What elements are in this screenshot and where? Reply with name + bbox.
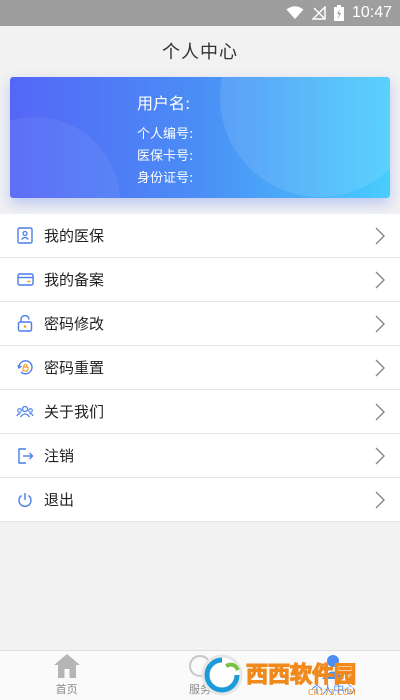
medical-insurance-icon (16, 227, 34, 245)
card-icon (16, 271, 34, 289)
chevron-right-icon (374, 227, 386, 245)
battery-charging-icon (333, 5, 344, 21)
watermark-logo-icon: 西西软件园 CR173.COM (201, 654, 357, 697)
watermark-subtext: CR173.COM (308, 688, 356, 697)
signal-off-icon (311, 6, 326, 20)
card-decoration (220, 77, 390, 197)
menu-item-exit[interactable]: 退出 (0, 478, 400, 522)
chevron-right-icon (374, 359, 386, 377)
menu-item-medical-insurance[interactable]: 我的医保 (0, 214, 400, 258)
reset-lock-icon (16, 359, 34, 377)
menu-item-logout[interactable]: 注销 (0, 434, 400, 478)
chevron-right-icon (374, 447, 386, 465)
medical-card-label: 医保卡号: (137, 149, 194, 164)
status-time: 10:47 (351, 4, 392, 21)
menu-item-label: 密码修改 (44, 315, 105, 333)
home-icon (52, 652, 82, 680)
chevron-right-icon (374, 491, 386, 509)
page-header: 个人中心 (0, 26, 400, 76)
menu-item-reset-password[interactable]: 密码重置 (0, 346, 400, 390)
logout-icon (16, 447, 34, 465)
profile-card: 用户名: 个人编号: 医保卡号: 身份证号: (10, 77, 390, 198)
watermark: 西西软件园 CR173.COM (196, 650, 400, 700)
menu-item-filing[interactable]: 我的备案 (0, 258, 400, 302)
status-bar: 10:47 (0, 0, 400, 26)
nav-label: 首页 (55, 683, 78, 696)
menu-item-label: 我的医保 (44, 227, 105, 245)
people-icon (16, 403, 34, 421)
menu-item-label: 注销 (44, 447, 75, 465)
card-decoration (10, 117, 120, 198)
page-title: 个人中心 (162, 42, 238, 63)
menu-item-label: 密码重置 (44, 359, 105, 377)
menu-item-about-us[interactable]: 关于我们 (0, 390, 400, 434)
power-icon (16, 491, 34, 509)
nav-item-home[interactable]: 首页 (0, 651, 133, 700)
personal-id-label: 个人编号: (137, 127, 194, 142)
chevron-right-icon (374, 271, 386, 289)
menu-item-label: 退出 (44, 491, 75, 509)
chevron-right-icon (374, 315, 386, 333)
menu-list: 我的医保 我的备案 密码修改 密码重置 关于我们 注销 退出 (0, 214, 400, 522)
wifi-icon (286, 6, 304, 20)
id-card-label: 身份证号: (137, 171, 194, 186)
username-label: 用户名: (137, 94, 191, 113)
menu-item-change-password[interactable]: 密码修改 (0, 302, 400, 346)
menu-item-label: 关于我们 (44, 403, 105, 421)
menu-item-label: 我的备案 (44, 271, 105, 289)
chevron-right-icon (374, 403, 386, 421)
lock-icon (16, 315, 34, 333)
watermark-text: 西西软件园 (246, 662, 356, 688)
